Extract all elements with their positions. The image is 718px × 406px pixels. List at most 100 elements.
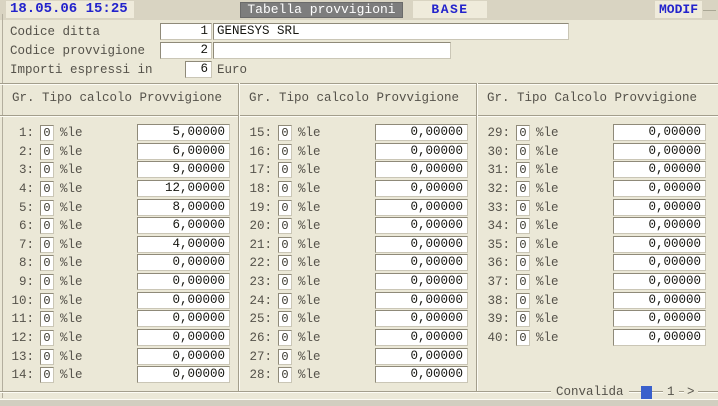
calc-unit-label: %le	[60, 330, 83, 346]
provvigione-value-input[interactable]: 0,00000	[137, 348, 230, 365]
codice-ditta-code-input[interactable]: 1	[160, 23, 212, 40]
tipo-calcolo-input[interactable]: 0	[278, 218, 292, 234]
tipo-calcolo-input[interactable]: 0	[278, 274, 292, 290]
tipo-calcolo-input[interactable]: 0	[516, 200, 530, 216]
provvigione-value-input[interactable]: 9,00000	[137, 161, 230, 178]
provvigione-value-input[interactable]: 0,00000	[137, 310, 230, 327]
provvigione-value-input[interactable]: 0,00000	[137, 366, 230, 383]
commission-row: 36:0%le0,00000	[479, 254, 715, 273]
tipo-calcolo-input[interactable]: 0	[278, 255, 292, 271]
tipo-calcolo-input[interactable]: 0	[516, 125, 530, 141]
tipo-calcolo-input[interactable]: 0	[40, 181, 54, 197]
provvigione-value-input[interactable]: 0,00000	[375, 292, 468, 309]
tipo-calcolo-input[interactable]: 0	[278, 125, 292, 141]
codice-provvigione-code-input[interactable]: 2	[160, 42, 212, 59]
tipo-calcolo-input[interactable]: 0	[278, 200, 292, 216]
provvigione-value-input[interactable]: 0,00000	[375, 143, 468, 160]
tipo-calcolo-input[interactable]: 0	[40, 274, 54, 290]
row-number-label: 4:	[3, 181, 34, 197]
tipo-calcolo-input[interactable]: 0	[40, 144, 54, 160]
tipo-calcolo-input[interactable]: 0	[40, 255, 54, 271]
tipo-calcolo-input[interactable]: 0	[278, 162, 292, 178]
provvigione-value-input[interactable]: 0,00000	[375, 329, 468, 346]
provvigione-value-input[interactable]: 0,00000	[613, 199, 706, 216]
tipo-calcolo-input[interactable]: 0	[516, 330, 530, 346]
tipo-calcolo-input[interactable]: 0	[516, 293, 530, 309]
row-number-label: 14:	[3, 367, 34, 383]
tipo-calcolo-input[interactable]: 0	[40, 311, 54, 327]
tipo-calcolo-input[interactable]: 0	[516, 144, 530, 160]
tipo-calcolo-input[interactable]: 0	[40, 367, 54, 383]
provvigione-value-input[interactable]: 0,00000	[137, 254, 230, 271]
provvigione-value-input[interactable]: 0,00000	[613, 124, 706, 141]
provvigione-value-input[interactable]: 0,00000	[613, 292, 706, 309]
provvigione-value-input[interactable]: 0,00000	[375, 348, 468, 365]
provvigione-value-input[interactable]: 0,00000	[375, 254, 468, 271]
tipo-calcolo-input[interactable]: 0	[40, 162, 54, 178]
tipo-calcolo-input[interactable]: 0	[40, 330, 54, 346]
provvigione-value-input[interactable]: 0,00000	[137, 292, 230, 309]
provvigione-value-input[interactable]: 0,00000	[375, 310, 468, 327]
provvigione-value-input[interactable]: 0,00000	[613, 217, 706, 234]
provvigione-value-input[interactable]: 0,00000	[613, 180, 706, 197]
provvigione-value-input[interactable]: 4,00000	[137, 236, 230, 253]
calc-unit-label: %le	[298, 237, 321, 253]
tipo-calcolo-input[interactable]: 0	[278, 311, 292, 327]
tipo-calcolo-input[interactable]: 0	[516, 237, 530, 253]
tipo-calcolo-input[interactable]: 0	[278, 367, 292, 383]
commission-row: 14:0%le0,00000	[3, 366, 239, 385]
codice-ditta-name-input[interactable]: GENESYS SRL	[213, 23, 569, 40]
provvigione-value-input[interactable]: 6,00000	[137, 143, 230, 160]
tipo-calcolo-input[interactable]: 0	[516, 162, 530, 178]
provvigione-value-input[interactable]: 0,00000	[375, 217, 468, 234]
tipo-calcolo-input[interactable]: 0	[278, 181, 292, 197]
provvigione-value-input[interactable]: 6,00000	[137, 217, 230, 234]
tipo-calcolo-input[interactable]: 0	[40, 293, 54, 309]
calc-unit-label: %le	[298, 162, 321, 178]
tipo-calcolo-input[interactable]: 0	[40, 125, 54, 141]
tipo-calcolo-input[interactable]: 0	[516, 181, 530, 197]
row-number-label: 18:	[241, 181, 272, 197]
provvigione-value-input[interactable]: 0,00000	[137, 329, 230, 346]
tipo-calcolo-input[interactable]: 0	[40, 200, 54, 216]
mode-base-button[interactable]: BASE	[413, 1, 487, 18]
tipo-calcolo-input[interactable]: 0	[516, 255, 530, 271]
importi-espressi-code-input[interactable]: 6	[185, 61, 212, 78]
provvigione-value-input[interactable]: 8,00000	[137, 199, 230, 216]
tipo-calcolo-input[interactable]: 0	[278, 349, 292, 365]
provvigione-value-input[interactable]: 0,00000	[375, 236, 468, 253]
provvigione-value-input[interactable]: 0,00000	[613, 161, 706, 178]
convalida-button[interactable]: Convalida	[551, 385, 629, 400]
provvigione-value-input[interactable]: 0,00000	[613, 143, 706, 160]
provvigione-value-input[interactable]: 0,00000	[613, 254, 706, 271]
provvigione-value-input[interactable]: 0,00000	[137, 273, 230, 290]
provvigione-value-input[interactable]: 0,00000	[613, 273, 706, 290]
tipo-calcolo-input[interactable]: 0	[278, 293, 292, 309]
tipo-calcolo-input[interactable]: 0	[278, 237, 292, 253]
provvigione-value-input[interactable]: 0,00000	[613, 236, 706, 253]
provvigione-value-input[interactable]: 12,00000	[137, 180, 230, 197]
tipo-calcolo-input[interactable]: 0	[40, 218, 54, 234]
commission-row: 31:0%le0,00000	[479, 161, 715, 180]
provvigione-value-input[interactable]: 0,00000	[375, 161, 468, 178]
provvigione-value-input[interactable]: 0,00000	[613, 329, 706, 346]
next-page-arrow[interactable]: >	[684, 385, 698, 400]
codice-provvigione-name-input[interactable]	[213, 42, 451, 59]
provvigione-value-input[interactable]: 0,00000	[375, 199, 468, 216]
provvigione-value-input[interactable]: 0,00000	[613, 310, 706, 327]
tipo-calcolo-input[interactable]: 0	[516, 218, 530, 234]
provvigione-value-input[interactable]: 0,00000	[375, 180, 468, 197]
calc-unit-label: %le	[298, 125, 321, 141]
calc-unit-label: %le	[536, 330, 559, 346]
provvigione-value-input[interactable]: 0,00000	[375, 124, 468, 141]
tipo-calcolo-input[interactable]: 0	[40, 237, 54, 253]
provvigione-value-input[interactable]: 0,00000	[375, 366, 468, 383]
tipo-calcolo-input[interactable]: 0	[278, 144, 292, 160]
tipo-calcolo-input[interactable]: 0	[516, 274, 530, 290]
mode-modif-button[interactable]: MODIF	[655, 1, 702, 18]
tipo-calcolo-input[interactable]: 0	[40, 349, 54, 365]
tipo-calcolo-input[interactable]: 0	[516, 311, 530, 327]
provvigione-value-input[interactable]: 5,00000	[137, 124, 230, 141]
provvigione-value-input[interactable]: 0,00000	[375, 273, 468, 290]
tipo-calcolo-input[interactable]: 0	[278, 330, 292, 346]
